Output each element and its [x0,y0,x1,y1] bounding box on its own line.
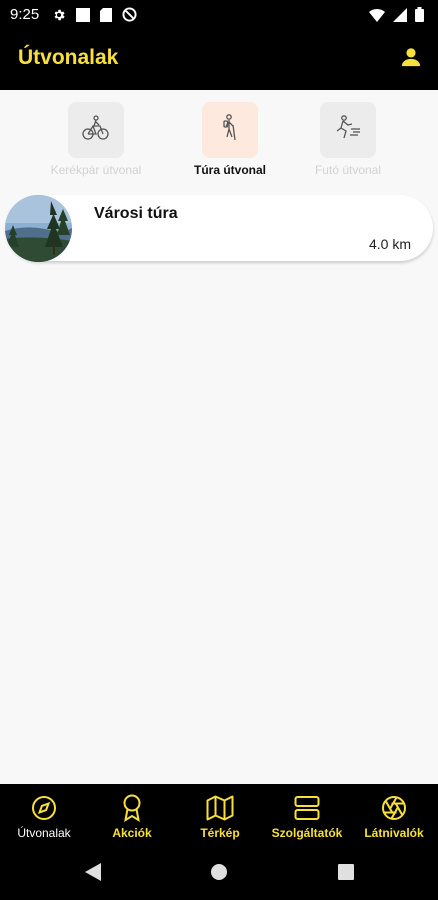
signal-icon [393,7,407,27]
server-icon [292,793,322,823]
category-running[interactable]: Futó útvonal [278,102,418,177]
content-area: Kerékpár útvonal Túra útvonal Futó útvon… [0,90,438,784]
route-name: Városi túra [94,205,178,222]
app-bar: Útvonalak [0,30,438,90]
back-triangle-icon [85,862,101,886]
sd-card-icon [100,7,112,27]
page-title: Útvonalak [18,46,119,69]
status-notification-icons [52,7,137,27]
route-thumbnail [5,195,72,262]
square-icon [76,7,90,27]
status-time: 9:25 [10,6,40,23]
bottom-navigation: Útvonalak Akciók Térkép Szolgáltatók Lát… [0,784,438,848]
status-system-icons [369,7,424,27]
nav-label: Térkép [200,826,240,840]
no-disturb-icon [122,7,137,27]
nav-item-szolgaltatok[interactable]: Szolgáltatók [263,784,351,848]
nav-label: Útvonalak [17,826,71,840]
account-button[interactable] [398,46,424,72]
person-icon [400,46,422,73]
gear-icon [52,8,66,27]
route-card[interactable]: Városi túra 4.0 km [5,195,433,262]
category-selector: Kerékpár útvonal Túra útvonal Futó útvon… [0,102,438,182]
nav-item-akciok[interactable]: Akciók [88,784,176,848]
home-circle-icon [210,863,228,886]
map-icon [205,793,235,823]
wifi-icon [369,8,385,27]
hiker-icon [215,113,245,148]
category-icon-box [68,102,124,158]
category-label: Kerékpár útvonal [50,163,142,177]
nav-label: Szolgáltatók [271,826,343,840]
runner-icon [333,113,363,148]
route-distance: 4.0 km [368,236,411,252]
nav-item-utvonalak[interactable]: Útvonalak [0,784,88,848]
nav-label: Akciók [112,826,152,840]
system-navigation-bar [0,848,438,900]
status-bar: 9:25 [0,0,438,30]
recents-button[interactable] [336,863,356,885]
recents-square-icon [338,863,354,885]
nav-label: Látnivalók [364,826,424,840]
bicycle-icon [81,113,111,148]
award-icon [117,793,147,823]
battery-icon [415,7,424,27]
category-icon-box [202,102,258,158]
aperture-icon [379,793,409,823]
back-button[interactable] [83,862,103,886]
category-icon-box [320,102,376,158]
nav-item-terkep[interactable]: Térkép [176,784,264,848]
nav-item-latnivalok[interactable]: Látnivalók [350,784,438,848]
category-bicycle[interactable]: Kerékpár útvonal [26,102,166,177]
category-label: Futó útvonal [314,163,382,177]
home-button[interactable] [209,863,229,886]
compass-icon [29,793,59,823]
